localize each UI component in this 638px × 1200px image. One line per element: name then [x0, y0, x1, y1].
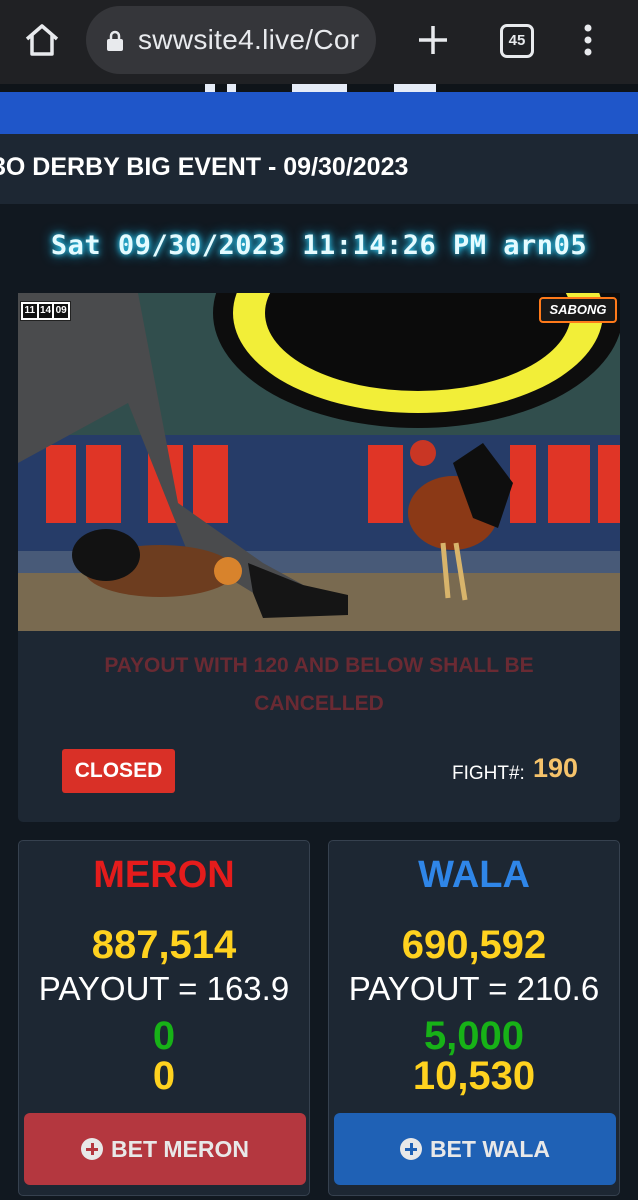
new-tab-button[interactable]: [413, 20, 453, 60]
video-timer: 11 14 09: [20, 301, 71, 321]
wala-potential-win: 10,530: [412, 1054, 536, 1098]
fight-info-panel: PAYOUT WITH 120 AND BELOW SHALL BE CANCE…: [18, 631, 620, 822]
plus-icon: [419, 26, 447, 54]
payout-notice: PAYOUT WITH 120 AND BELOW SHALL BE CANCE…: [104, 654, 534, 715]
browser-toolbar: swwsite4.live/Cor 45: [0, 0, 638, 84]
timer-minutes: 14: [38, 304, 53, 318]
tab-switcher-button[interactable]: 45: [500, 24, 534, 58]
fight-number: 190: [533, 753, 579, 783]
sabong-logo: SABONG: [539, 297, 617, 323]
bet-wala-button[interactable]: BET WALA: [334, 1113, 616, 1185]
status-badge: CLOSED: [62, 749, 175, 793]
live-video[interactable]: 11 14 09 SABONG: [18, 293, 620, 631]
url-text: swwsite4.live/Cor: [138, 24, 360, 55]
home-button[interactable]: [22, 20, 62, 60]
bet-meron-button[interactable]: BET MERON: [24, 1113, 306, 1185]
home-icon: [25, 24, 59, 56]
more-vert-icon[interactable]: [576, 20, 600, 60]
meron-payout: PAYOUT = 163.9: [38, 970, 290, 1007]
wala-title: WALA: [418, 854, 530, 896]
wala-my-bet: 5,000: [423, 1014, 525, 1058]
event-title: 3O DERBY BIG EVENT - 09/30/2023: [0, 153, 409, 181]
wala-payout: PAYOUT = 210.6: [348, 970, 600, 1007]
plus-circle-icon: [81, 1138, 103, 1160]
current-datetime: Sat 09/30/2023 11:14:26 PM arn05: [50, 230, 588, 261]
wala-total: 690,592: [401, 923, 547, 967]
url-bar[interactable]: swwsite4.live/Cor: [86, 6, 376, 74]
meron-total: 887,514: [91, 923, 237, 967]
timer-seconds: 09: [54, 304, 69, 318]
wala-card: WALA 690,592 PAYOUT = 210.6 5,000 10,530…: [328, 840, 620, 1196]
meron-card: MERON 887,514 PAYOUT = 163.9 0 0 BET MER…: [18, 840, 310, 1196]
lock-icon: [107, 30, 123, 51]
header-bar: [0, 92, 638, 134]
site-header: [0, 84, 638, 134]
video-frame: [18, 293, 620, 631]
fight-label: FIGHT#:: [452, 763, 525, 784]
event-title-bar: 3O DERBY BIG EVENT - 09/30/2023: [0, 134, 638, 204]
meron-potential-win: 0: [152, 1054, 176, 1098]
meron-my-bet: 0: [152, 1014, 176, 1058]
timer-hours: 11: [23, 304, 37, 318]
bet-meron-label: BET MERON: [111, 1135, 249, 1162]
bet-wala-label: BET WALA: [429, 1135, 551, 1162]
plus-circle-icon: [399, 1138, 422, 1160]
meron-title: MERON: [93, 854, 235, 896]
